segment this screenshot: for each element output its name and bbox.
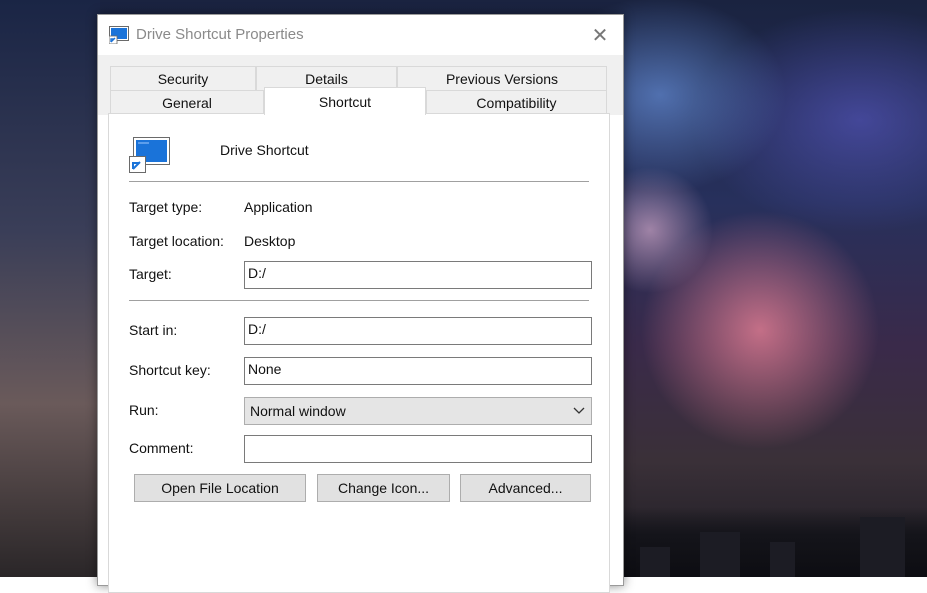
city-skyline xyxy=(620,507,927,577)
change-icon-button[interactable]: Change Icon... xyxy=(317,474,450,502)
divider xyxy=(129,300,589,301)
shortcut-key-label: Shortcut key: xyxy=(129,362,211,378)
open-file-location-button[interactable]: Open File Location xyxy=(134,474,306,502)
shortcut-tab-panel: Drive Shortcut Target type: Application … xyxy=(108,113,610,593)
run-select[interactable]: Normal window xyxy=(244,397,592,425)
window-title: Drive Shortcut Properties xyxy=(136,26,304,43)
shortcut-app-icon xyxy=(109,26,129,44)
target-type-value: Application xyxy=(244,199,313,215)
tab-compatibility[interactable]: Compatibility xyxy=(426,90,607,114)
comment-input[interactable] xyxy=(244,435,592,463)
tab-strip: Security Details Previous Versions Gener… xyxy=(98,55,623,115)
tab-security[interactable]: Security xyxy=(110,66,256,90)
start-in-input[interactable]: D:/ xyxy=(244,317,592,345)
tab-previous-versions[interactable]: Previous Versions xyxy=(397,66,607,90)
comment-label: Comment: xyxy=(129,440,194,456)
tab-general[interactable]: General xyxy=(110,90,264,114)
target-location-label: Target location: xyxy=(129,233,224,249)
run-selected-value: Normal window xyxy=(250,403,346,419)
wallpaper-left-strip xyxy=(0,0,100,577)
divider xyxy=(129,181,589,182)
target-type-label: Target type: xyxy=(129,199,203,215)
advanced-button[interactable]: Advanced... xyxy=(460,474,591,502)
target-location-value: Desktop xyxy=(244,233,296,249)
shortcut-app-icon xyxy=(129,137,170,173)
close-icon: ✕ xyxy=(591,24,609,47)
shortcut-name: Drive Shortcut xyxy=(220,142,309,158)
shortcut-key-input[interactable]: None xyxy=(244,357,592,385)
tab-shortcut[interactable]: Shortcut xyxy=(264,87,426,115)
run-label: Run: xyxy=(129,402,159,418)
properties-dialog: Drive Shortcut Properties ✕ Security Det… xyxy=(97,14,624,593)
chevron-down-icon xyxy=(573,407,585,414)
title-bar[interactable]: Drive Shortcut Properties ✕ xyxy=(98,15,623,55)
start-in-label: Start in: xyxy=(129,322,178,338)
target-input[interactable]: D:/ xyxy=(244,261,592,289)
close-button[interactable]: ✕ xyxy=(577,15,623,55)
target-label: Target: xyxy=(129,266,172,282)
